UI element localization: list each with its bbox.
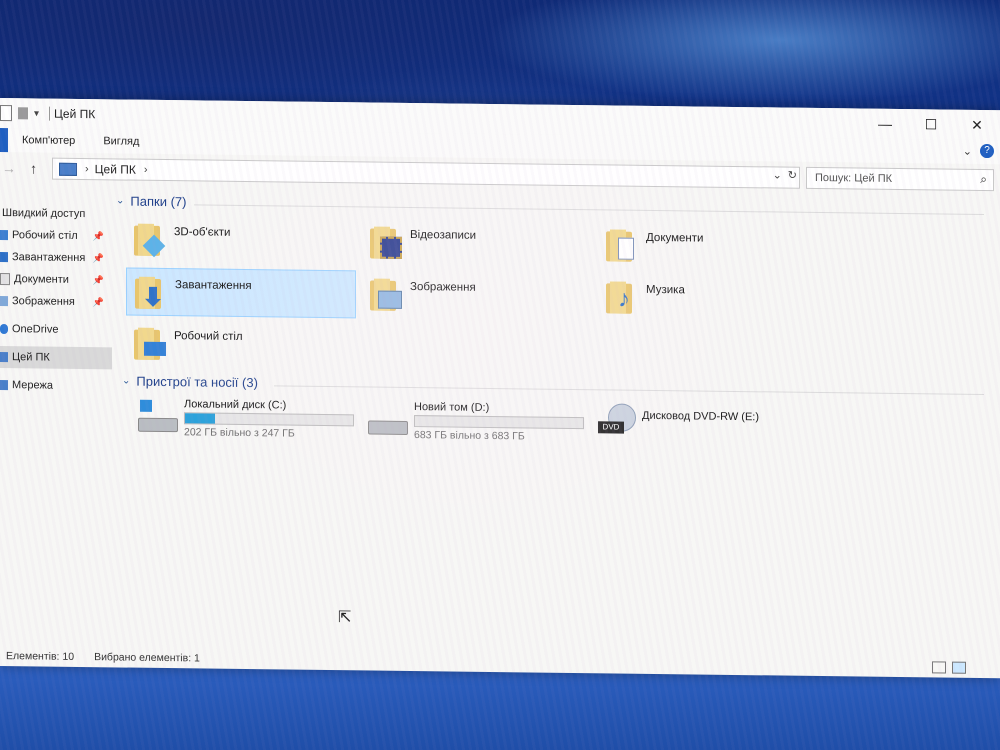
close-button[interactable]: ✕ xyxy=(954,110,1000,141)
minimize-button[interactable]: — xyxy=(862,109,908,140)
sidebar-item-downloads[interactable]: Завантаження 📌 xyxy=(0,246,110,269)
file-tab[interactable] xyxy=(0,128,8,153)
pin-icon[interactable]: 📌 xyxy=(93,231,104,242)
folder-pictures[interactable]: Зображення xyxy=(362,270,590,319)
drive-c[interactable]: Локальний диск (C:) 202 ГБ вільно з 247 … xyxy=(138,398,358,445)
folder-desktop[interactable]: Робочий стіл xyxy=(126,320,354,369)
dvd-drive-icon: DVD xyxy=(596,403,636,435)
pin-icon[interactable]: 📌 xyxy=(93,275,104,286)
desktop-background-bottom xyxy=(0,665,1000,750)
search-input[interactable]: Пошук: Цей ПК ⌕ xyxy=(806,166,994,192)
refresh-icon[interactable]: ↻ xyxy=(788,169,797,182)
download-icon xyxy=(0,252,8,263)
help-icon[interactable]: ? xyxy=(980,143,994,159)
address-bar-actions: ⌄ ↻ xyxy=(773,168,797,181)
sidebar-item-documents[interactable]: Документи 📌 xyxy=(0,268,110,291)
group-divider xyxy=(274,385,984,396)
folder-music[interactable]: ♪ Музика xyxy=(598,273,826,322)
toolbar-divider xyxy=(49,106,51,121)
breadcrumb-chevron-icon[interactable]: › xyxy=(144,164,148,176)
3d-objects-icon xyxy=(134,222,166,258)
expand-ribbon-icon[interactable]: ⌄ xyxy=(963,144,972,157)
cloud-icon xyxy=(0,324,8,335)
videos-icon xyxy=(370,225,402,259)
desktop-icon xyxy=(134,326,166,360)
drive-icon xyxy=(368,410,408,435)
pictures-icon xyxy=(0,296,8,307)
mouse-cursor-icon: ⇱ xyxy=(338,609,352,627)
sidebar-item-desktop[interactable]: Робочий стіл 📌 xyxy=(0,224,110,247)
pictures-icon xyxy=(370,277,402,311)
pin-icon[interactable]: 📌 xyxy=(93,297,104,308)
folder-3d-objects[interactable]: 3D-об'єкти xyxy=(126,216,354,265)
view-toggle xyxy=(932,661,966,674)
pc-icon xyxy=(0,352,8,363)
properties-icon[interactable] xyxy=(0,105,12,122)
new-folder-icon[interactable] xyxy=(18,107,28,120)
documents-icon xyxy=(0,273,10,286)
sidebar-item-network[interactable]: Мережа xyxy=(0,374,53,397)
sidebar-item-this-pc[interactable]: Цей ПК xyxy=(0,346,112,370)
drive-usage-bar xyxy=(414,415,584,430)
search-icon[interactable]: ⌕ xyxy=(980,172,987,187)
drive-usage-fill xyxy=(185,413,216,424)
group-divider xyxy=(194,204,984,216)
pin-icon[interactable]: 📌 xyxy=(93,253,104,264)
quick-access-toolbar: ▾ xyxy=(0,105,54,122)
content-pane: ⌄ Папки (7) 3D-об'єкти Відеозаписи Докум… xyxy=(114,191,994,662)
drive-e[interactable]: DVD Дисковод DVD-RW (E:) xyxy=(596,403,816,450)
nav-buttons: → ↑ xyxy=(2,160,37,176)
large-icons-view-icon[interactable] xyxy=(952,661,966,674)
breadcrumb-this-pc[interactable]: Цей ПК xyxy=(95,162,136,177)
sidebar-quick-access[interactable]: Швидкий доступ xyxy=(0,202,85,225)
up-arrow-icon[interactable]: ↑ xyxy=(30,160,37,176)
pc-icon xyxy=(59,162,77,176)
documents-icon xyxy=(606,227,636,262)
downloads-icon xyxy=(135,275,165,309)
folder-documents[interactable]: Документи xyxy=(598,221,826,270)
status-element-count: Елементів: 10 xyxy=(6,650,75,663)
music-icon: ♪ xyxy=(606,279,636,314)
drive-usage-bar xyxy=(184,412,354,427)
status-selected-count: Вибрано елементів: 1 xyxy=(94,651,200,665)
drive-d[interactable]: Новий том (D:) 683 ГБ вільно з 683 ГБ xyxy=(368,400,588,447)
dvd-label: DVD xyxy=(598,421,624,434)
window-controls: — ☐ ✕ xyxy=(862,109,1000,141)
chevron-down-icon[interactable]: ⌄ xyxy=(122,375,130,386)
folders-group-header[interactable]: ⌄ Папки (7) xyxy=(116,193,186,210)
tab-view[interactable]: Вигляд xyxy=(89,135,153,148)
address-history-chevron-icon[interactable]: ⌄ xyxy=(773,168,782,181)
customize-toolbar-icon[interactable]: ▾ xyxy=(34,108,39,119)
maximize-button[interactable]: ☐ xyxy=(908,109,954,140)
network-icon xyxy=(0,380,8,391)
breadcrumb-separator-icon[interactable]: › xyxy=(85,163,89,175)
sidebar-item-pictures[interactable]: Зображення 📌 xyxy=(0,290,110,313)
address-bar[interactable]: › Цей ПК › ⌄ ↻ xyxy=(52,157,800,189)
explorer-window: ▾ Цей ПК — ☐ ✕ Комп'ютер Вигляд ⌄ ? → ↑ … xyxy=(0,98,1000,679)
sidebar-item-onedrive[interactable]: OneDrive xyxy=(0,318,58,341)
windows-drive-icon xyxy=(138,399,178,433)
window-title: Цей ПК xyxy=(54,106,96,122)
details-view-icon[interactable] xyxy=(932,661,946,674)
ribbon-right-controls: ⌄ ? xyxy=(963,143,994,159)
devices-group-header[interactable]: ⌄ Пристрої та носії (3) xyxy=(122,373,258,390)
chevron-down-icon[interactable]: ⌄ xyxy=(116,195,124,206)
desktop-icon xyxy=(0,230,8,241)
folder-videos[interactable]: Відеозаписи xyxy=(362,218,590,267)
navigation-pane: Швидкий доступ Робочий стіл 📌 Завантажен… xyxy=(0,198,114,619)
forward-arrow-icon[interactable]: → xyxy=(2,160,16,176)
folder-downloads[interactable]: Завантаження xyxy=(126,267,356,319)
tab-computer[interactable]: Комп'ютер xyxy=(8,134,89,147)
search-placeholder: Пошук: Цей ПК xyxy=(815,171,893,185)
